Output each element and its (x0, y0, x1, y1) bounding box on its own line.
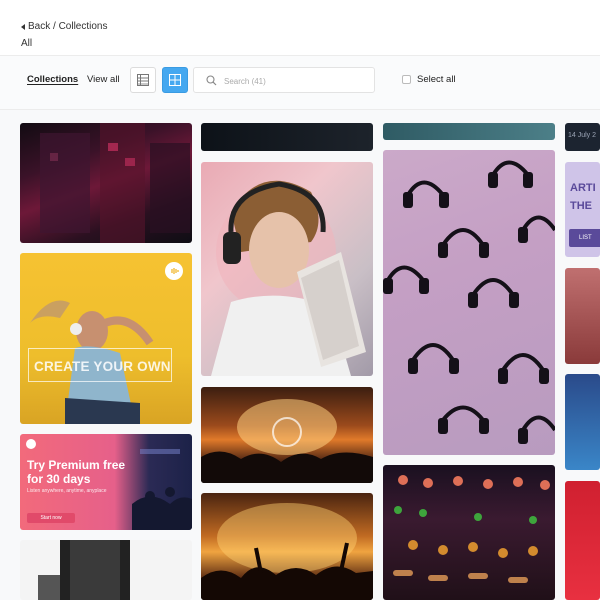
tab-collections[interactable]: Collections (27, 74, 78, 85)
image-tile-dark[interactable] (201, 123, 373, 151)
back-link[interactable]: Back / Collections (21, 21, 107, 32)
tab-view-all[interactable]: View all (87, 74, 120, 85)
image-tile-girl-headphones[interactable] (201, 162, 373, 376)
artist-label: ARTI THE (570, 182, 596, 212)
image-tile-concert-stage[interactable] (201, 387, 373, 483)
premium-subtitle: Listen anywhere, anytime, anyplace (27, 488, 107, 494)
page-title: All (21, 38, 33, 49)
image-tile-date[interactable]: 14 July 2 (565, 123, 600, 151)
headphones-pattern-image (383, 160, 555, 444)
woman-headphones-image (30, 300, 154, 424)
create-text: CREATE YOUR OWN (34, 359, 171, 374)
grid-view-button[interactable] (162, 67, 188, 93)
soundwave-logo-icon (165, 262, 183, 280)
concert-crowd-image (201, 503, 373, 600)
image-tile-headphones-pattern[interactable] (383, 150, 555, 455)
image-tile-blue[interactable] (565, 374, 600, 470)
grid-icon (169, 74, 181, 86)
city-building-image (40, 123, 190, 243)
search-icon (206, 75, 217, 86)
mixer-lights-image (393, 475, 550, 583)
premium-title: Try Premium free for 30 days (27, 458, 126, 486)
concert-stage-image (201, 399, 373, 483)
image-tile-red-bright[interactable] (565, 481, 600, 600)
image-tile-mixer-lights[interactable] (383, 465, 555, 600)
image-tile-city-night[interactable] (20, 123, 192, 243)
image-tile-bw-person[interactable] (20, 540, 192, 600)
search-input[interactable] (224, 73, 364, 89)
person-jeans-image (38, 540, 130, 600)
select-all-label: Select all (417, 74, 456, 85)
image-tile-artist[interactable]: ARTI THE LIST (565, 162, 600, 257)
image-tile-concert-crowd[interactable] (201, 493, 373, 600)
image-tile-try-premium[interactable]: Try Premium free for 30 days Listen anyw… (20, 434, 192, 530)
caret-left-icon (21, 23, 25, 30)
date-label: 14 July 2 (568, 132, 597, 139)
list-view-button[interactable] (130, 67, 156, 93)
list-icon (137, 74, 149, 86)
toolbar: Collections View all Select all (0, 56, 600, 110)
breadcrumb[interactable]: Back / Collections (28, 21, 107, 32)
girl-headphones-image (211, 180, 366, 376)
select-all-checkbox[interactable] (402, 75, 411, 84)
page-header: Back / Collections All (0, 0, 600, 56)
image-tile-create-your-own[interactable]: CREATE YOUR OWN (20, 253, 192, 424)
select-all[interactable]: Select all (402, 74, 456, 85)
premium-cta-button[interactable]: Start now (27, 513, 75, 523)
image-tile-red[interactable] (565, 268, 600, 364)
soundwave-logo-icon (26, 439, 36, 449)
artist-cta-button[interactable]: LIST (569, 229, 600, 247)
image-tile-teal[interactable] (383, 123, 555, 140)
search-box[interactable] (193, 67, 375, 93)
